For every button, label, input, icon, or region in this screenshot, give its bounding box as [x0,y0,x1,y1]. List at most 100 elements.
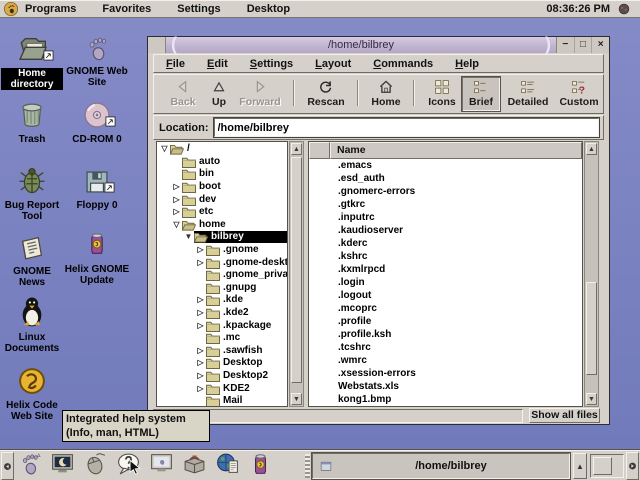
titlebar-strip[interactable]: ( /home/bilbrey ) [166,37,556,53]
close-button[interactable]: × [592,37,609,53]
expander-icon[interactable]: ▷ [171,181,182,193]
expander-icon[interactable]: ▷ [195,257,206,269]
tree-item-home[interactable]: ▽home [157,219,287,232]
file-list[interactable]: Name .emacs.esd_auth.gnomerc-errors.gtkr… [308,141,583,407]
menu-layout[interactable]: Layout [315,58,351,70]
expander-icon[interactable]: ▽ [159,143,170,155]
expander-icon[interactable]: ▼ [183,231,194,243]
file-item-emacs[interactable]: .emacs [309,159,582,172]
desktop-icon-gnome-news[interactable]: GNOME News [1,232,63,288]
desktop-icon-bug-report-tool[interactable]: Bug Report Tool [1,164,63,222]
file-item-mcoprc[interactable]: .mcoprc [309,302,582,315]
panel-hide-right-button[interactable] [626,452,639,480]
desktop-icon-cd-rom-0[interactable]: CD-ROM 0 [64,100,130,145]
expander-icon[interactable]: ▷ [195,244,206,256]
desktop-icon-helix-code-web-site[interactable]: Helix Code Web Site [1,366,63,422]
file-item-profile[interactable]: .profile [309,315,582,328]
expander-icon[interactable]: ▷ [195,383,206,395]
expander-icon[interactable]: ▷ [171,206,182,218]
tree-item-gnupg[interactable]: .gnupg [157,282,287,295]
toolbar-button-rescan[interactable]: Rescan [302,77,350,111]
top-menu-favorites[interactable]: Favorites [102,3,151,15]
tree-item-bin[interactable]: bin [157,168,287,181]
file-item-inputrc[interactable]: .inputrc [309,211,582,224]
tree-item-etc[interactable]: ▷etc [157,206,287,219]
maximize-button[interactable]: □ [575,37,593,53]
file-item-kaudioserver[interactable]: .kaudioserver [309,224,582,237]
menu-edit[interactable]: Edit [207,58,228,70]
launcher-gnome-terminal[interactable] [149,453,174,478]
file-item-kong1-bmp[interactable]: kong1.bmp [309,393,582,406]
expander-icon[interactable]: ▷ [171,194,182,206]
file-item-profile-ksh[interactable]: .profile.ksh [309,328,582,341]
tree-item-auto[interactable]: auto [157,156,287,169]
tree-item-mail[interactable]: Mail [157,395,287,407]
launcher-web-browser[interactable] [215,453,240,478]
file-item-kxmlrpcd[interactable]: .kxmlrpcd [309,263,582,276]
tree-scrollbar[interactable]: ▲ ▼ [289,141,304,407]
tasklist-menu-button[interactable]: ▲ [573,453,587,479]
launcher-lock-screen[interactable] [50,453,75,478]
desktop-icon-gnome-web-site[interactable]: GNOME Web Site [64,34,130,88]
menu-help[interactable]: Help [455,58,479,70]
top-menu-desktop[interactable]: Desktop [247,3,290,15]
header-name-cell[interactable]: Name [330,142,582,159]
menu-commands[interactable]: Commands [373,58,433,70]
expander-icon[interactable]: ▷ [195,345,206,357]
file-item-esd-auth[interactable]: .esd_auth [309,172,582,185]
file-item-login[interactable]: .login [309,276,582,289]
pager-active-desktop[interactable] [593,457,612,475]
tree-item-desktop[interactable]: ▷Desktop [157,357,287,370]
desktop-icon-home-directory[interactable]: Home directory [1,32,63,90]
tree-item-desktop2[interactable]: ▷Desktop2 [157,370,287,383]
expander-icon[interactable]: ▷ [195,294,206,306]
minimize-button[interactable]: − [557,37,575,53]
launcher-mouse-config[interactable] [83,453,108,478]
tree-item-kde2[interactable]: ▷KDE2 [157,382,287,395]
list-scrollbar-thumb[interactable] [586,282,597,375]
tree-item-bilbrey[interactable]: ▼bilbrey [157,231,287,244]
menu-file[interactable]: File [166,58,185,70]
tree-item-gnome[interactable]: ▷.gnome [157,244,287,257]
expander-icon[interactable]: ▽ [171,219,182,231]
tasklist-window-button[interactable]: /home/bilbrey [312,453,570,479]
tree-item-root[interactable]: ▽/ [157,143,287,156]
scroll-down-icon[interactable]: ▼ [586,393,597,405]
expander-icon[interactable]: ▷ [195,357,206,369]
expander-icon[interactable]: ▷ [195,370,206,382]
file-item-kshrc[interactable]: .kshrc [309,250,582,263]
tree-item-dev[interactable]: ▷dev [157,193,287,206]
tree-item-gnome-desktop[interactable]: ▷.gnome-desktop [157,256,287,269]
desktop-icon-linux-documents[interactable]: Linux Documents [1,294,63,354]
desktop-icon-helix-gnome-update[interactable]: Helix GNOME Update [64,226,130,286]
toolbar-button-up[interactable]: Up [204,77,234,111]
file-item-gnomerc-errors[interactable]: .gnomerc-errors [309,185,582,198]
list-scrollbar[interactable]: ▲ ▼ [584,141,599,407]
file-item-xsession-errors[interactable]: .xsession-errors [309,367,582,380]
panel-applet-icon[interactable] [617,2,631,16]
tree-item-mc[interactable]: .mc [157,332,287,345]
expander-icon[interactable]: ▷ [195,320,206,332]
launcher-helix-updater[interactable] [248,453,273,478]
file-item-wmrc[interactable]: .wmrc [309,354,582,367]
scroll-down-icon[interactable]: ▼ [291,393,302,405]
directory-tree[interactable]: ▽/ auto bin ▷boot ▷dev ▷etc ▽home ▼bilbr… [156,141,288,407]
file-item-logout[interactable]: .logout [309,289,582,302]
scroll-up-icon[interactable]: ▲ [586,143,597,155]
tree-item-sawfish[interactable]: ▷.sawfish [157,345,287,358]
file-item-kderc[interactable]: .kderc [309,237,582,250]
toolbar-button-back[interactable]: Back [162,77,204,111]
toolbar-button-brief[interactable]: Brief [462,77,500,111]
scroll-up-icon[interactable]: ▲ [291,143,302,155]
toolbar-button-custom[interactable]: ? Custom [556,77,602,111]
top-menu-programs[interactable]: Programs [25,3,76,15]
expander-icon[interactable]: ▷ [195,307,206,319]
tasklist-grip[interactable] [305,454,310,478]
desk-guide-pager[interactable] [590,454,624,478]
tree-scrollbar-thumb[interactable] [291,157,302,383]
file-item-gtkrc[interactable]: .gtkrc [309,198,582,211]
file-item-webstats-xls[interactable]: Webstats.xls [309,380,582,393]
toolbar-button-icons[interactable]: Icons [422,77,462,111]
tree-item-kde2[interactable]: ▷.kde2 [157,307,287,320]
tree-item-boot[interactable]: ▷boot [157,181,287,194]
